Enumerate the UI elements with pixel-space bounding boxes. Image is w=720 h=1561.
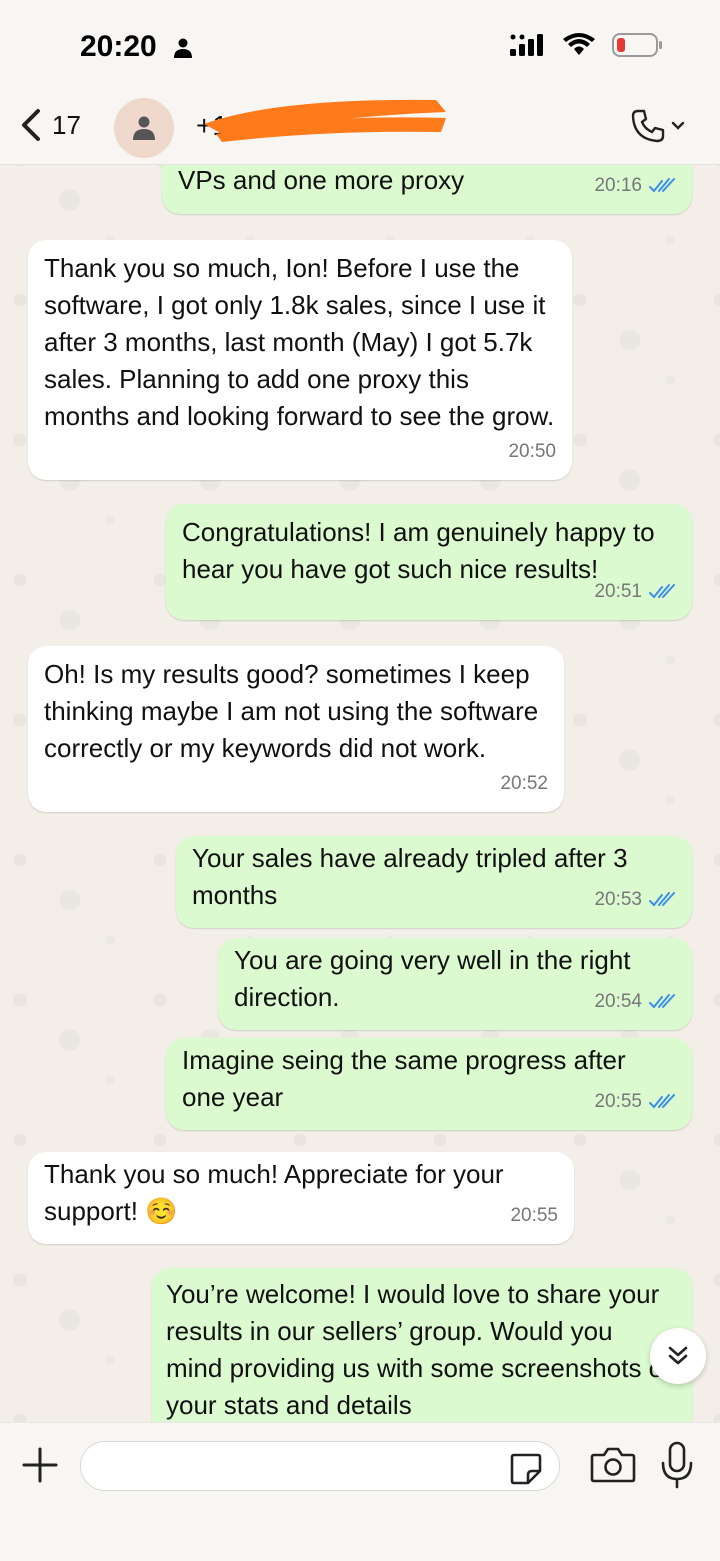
scroll-to-bottom-button[interactable]	[650, 1328, 706, 1384]
camera-icon[interactable]	[590, 1445, 636, 1485]
read-ticks-icon	[649, 1093, 675, 1108]
read-ticks-icon	[649, 583, 675, 598]
message-text: Thank you so much, Ion! Before I use the…	[44, 253, 555, 431]
read-ticks-icon	[649, 993, 675, 1008]
message-text: Oh! Is my results good? sometimes I keep…	[44, 659, 546, 763]
message-time: 20:54	[594, 991, 642, 1012]
chat-header: 17 +1	[0, 92, 720, 165]
message-time: 20:55	[510, 1205, 558, 1226]
read-ticks-icon	[649, 177, 675, 192]
wifi-icon	[563, 33, 595, 55]
message-bubble-outgoing[interactable]: You’re welcome! I would love to share yo…	[152, 1268, 692, 1422]
message-time: 20:52	[500, 773, 548, 794]
signal-bars-icon	[510, 34, 543, 56]
message-bubble-incoming[interactable]: Oh! Is my results good? sometimes I keep…	[28, 646, 564, 812]
message-time: 20:50	[508, 441, 556, 462]
message-bubble-incoming[interactable]: Thank you so much, Ion! Before I use the…	[28, 240, 572, 480]
message-bubble-outgoing[interactable]: You are going very well in the right dir…	[218, 938, 692, 1030]
call-button[interactable]	[630, 108, 686, 144]
message-text: You’re welcome! I would love to share yo…	[166, 1279, 670, 1420]
message-bubble-outgoing[interactable]: Congratulations! I am genuinely happy to…	[166, 504, 692, 620]
message-time: 20:55	[594, 1091, 642, 1112]
message-text: Imagine seing the same progress after on…	[182, 1045, 633, 1112]
status-bar: 20:20	[0, 0, 720, 92]
sticker-icon[interactable]	[508, 1451, 544, 1487]
message-meta: 20:54	[594, 983, 676, 1020]
message-time: 20:16	[594, 175, 642, 196]
phone-icon	[631, 109, 665, 143]
unread-count: 17	[52, 109, 81, 140]
chevron-down-icon	[671, 121, 685, 130]
message-text: You are going very well in the right dir…	[234, 945, 638, 1012]
message-meta: 20:16	[594, 167, 676, 204]
composer-bar	[0, 1422, 720, 1561]
battery-low-icon	[612, 33, 662, 57]
message-input[interactable]	[80, 1441, 560, 1491]
message-meta: 20:55	[594, 1083, 676, 1120]
message-time: 20:51	[594, 581, 642, 602]
message-meta: 20:53	[594, 881, 676, 918]
status-time: 20:20	[80, 30, 157, 63]
status-icons	[510, 32, 664, 58]
person-icon	[133, 116, 155, 140]
message-text: Your sales have already tripled after 3 …	[192, 843, 635, 910]
person-icon	[174, 38, 192, 58]
message-meta: 20:55	[510, 1197, 558, 1234]
message-bubble-incoming[interactable]: Thank you so much! Appreciate for your s…	[28, 1152, 574, 1244]
read-ticks-icon	[649, 891, 675, 906]
message-bubble-outgoing[interactable]: VPs and one more proxy 20:16	[162, 164, 692, 214]
double-chevron-down-icon	[668, 1346, 688, 1365]
message-bubble-outgoing[interactable]: Imagine seing the same progress after on…	[166, 1038, 692, 1130]
plus-icon[interactable]	[20, 1445, 60, 1485]
chevron-left-icon	[22, 109, 40, 141]
message-text: VPs and one more proxy	[178, 165, 465, 195]
message-meta: 20:51	[594, 573, 676, 610]
message-meta: 20:50	[508, 433, 556, 470]
message-time: 20:53	[594, 889, 642, 910]
message-text: Congratulations! I am genuinely happy to…	[182, 517, 662, 584]
message-meta: 20:52	[500, 765, 548, 802]
message-text: Thank you so much! Appreciate for your s…	[44, 1159, 511, 1226]
avatar[interactable]	[114, 98, 174, 158]
microphone-icon[interactable]	[660, 1441, 694, 1489]
message-bubble-outgoing[interactable]: Your sales have already tripled after 3 …	[176, 836, 692, 928]
message-list[interactable]: VPs and one more proxy 20:16 Thank you s…	[0, 164, 720, 1422]
back-button[interactable]: 17	[20, 108, 81, 142]
redaction-scribble	[204, 99, 446, 142]
